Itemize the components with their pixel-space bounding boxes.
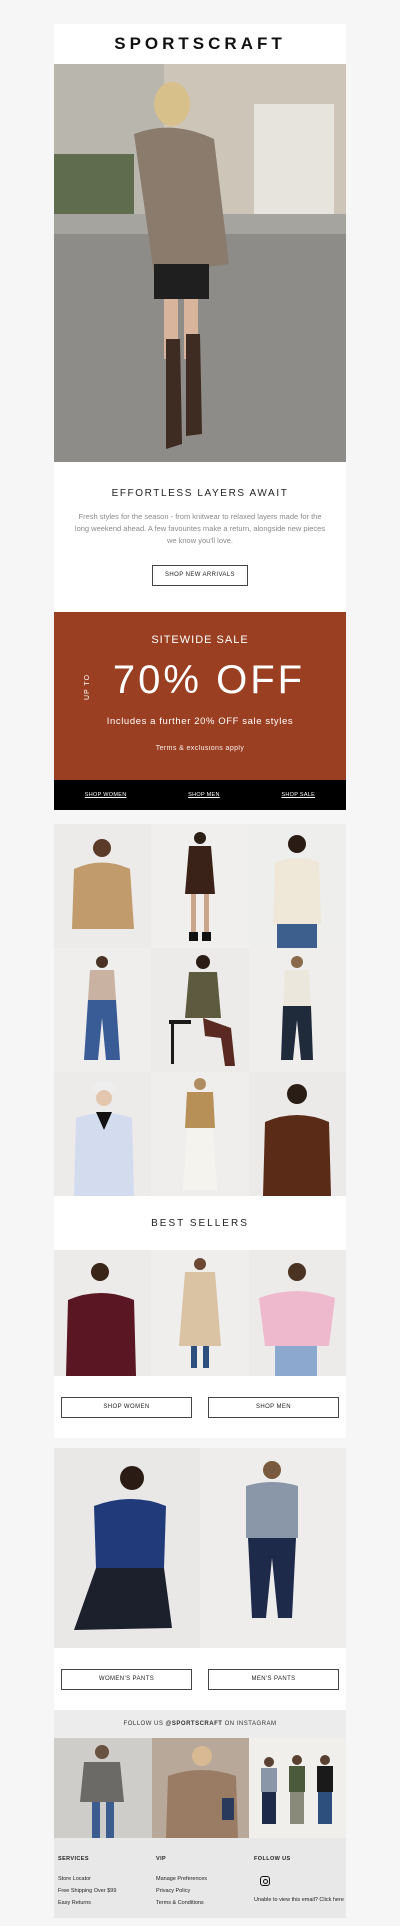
shop-links-bar: SHOP WOMEN SHOP MEN SHOP SALE xyxy=(54,780,346,810)
instagram-grid xyxy=(54,1738,346,1838)
sale-terms[interactable]: Terms & exclusions apply xyxy=(54,745,346,752)
store-locator-link[interactable]: Store Locator xyxy=(58,1876,156,1882)
header: SPORTSCRAFT xyxy=(54,24,346,64)
spacer xyxy=(54,602,346,612)
footer-vip: VIP Manage Preferences Privacy Policy Te… xyxy=(156,1856,254,1918)
intro-body: Fresh styles for the season - from knitw… xyxy=(74,512,326,545)
footer-follow: FOLLOW US Unable to view this email? Cli… xyxy=(254,1856,350,1918)
womens-pants-button[interactable]: WOMEN'S PANTS xyxy=(61,1668,192,1690)
manage-preferences-link[interactable]: Manage Preferences xyxy=(156,1876,254,1882)
shop-men-button[interactable]: SHOP MEN xyxy=(208,1396,339,1418)
sale-subline: Includes a further 20% OFF sale styles xyxy=(106,716,294,727)
womens-pants-image[interactable] xyxy=(54,1448,200,1648)
instagram-handle[interactable]: @SPORTSCRAFT xyxy=(166,1721,223,1727)
footer-vip-heading: VIP xyxy=(156,1856,167,1862)
instagram-image[interactable] xyxy=(249,1738,346,1838)
spacer xyxy=(54,810,346,824)
easy-returns-link[interactable]: Easy Returns xyxy=(58,1900,156,1906)
footer: SERVICES Store Locator Free Shipping Ove… xyxy=(54,1838,346,1918)
footer-services-heading: SERVICES xyxy=(58,1856,89,1862)
shop-women-link[interactable]: SHOP WOMEN xyxy=(85,792,127,798)
intro-title: EFFORTLESS LAYERS AWAIT xyxy=(111,488,289,499)
product-grid xyxy=(54,824,346,1196)
product-image[interactable] xyxy=(54,1250,151,1376)
shop-women-button[interactable]: SHOP WOMEN xyxy=(61,1396,192,1418)
product-image[interactable] xyxy=(151,948,249,1072)
privacy-policy-link[interactable]: Privacy Policy xyxy=(156,1888,254,1894)
hero-image[interactable] xyxy=(54,64,346,462)
email-body: SPORTSCRAFT EFFORTLESS LAYERS AWAIT Fres… xyxy=(54,24,346,1918)
view-in-browser-link[interactable]: Unable to view this email? Click here xyxy=(254,1896,350,1905)
follow-prefix: FOLLOW US xyxy=(123,1721,164,1727)
product-image[interactable] xyxy=(249,1250,346,1376)
best-sellers-buttons: SHOP WOMEN SHOP MEN xyxy=(54,1376,346,1438)
product-image[interactable] xyxy=(151,1072,249,1196)
product-image[interactable] xyxy=(151,824,249,948)
instagram-image[interactable] xyxy=(152,1738,249,1838)
free-shipping-link[interactable]: Free Shipping Over $99 xyxy=(58,1888,156,1894)
shop-sale-link[interactable]: SHOP SALE xyxy=(281,792,315,798)
mens-pants-image[interactable] xyxy=(200,1448,346,1648)
product-image[interactable] xyxy=(54,948,151,1072)
product-image[interactable] xyxy=(249,1072,346,1196)
product-image[interactable] xyxy=(54,824,151,948)
footer-services: SERVICES Store Locator Free Shipping Ove… xyxy=(58,1856,156,1918)
shop-men-link[interactable]: SHOP MEN xyxy=(188,792,220,798)
shop-new-arrivals-button[interactable]: SHOP NEW ARRIVALS xyxy=(152,565,248,586)
mens-pants-button[interactable]: MEN'S PANTS xyxy=(208,1668,339,1690)
intro-section: EFFORTLESS LAYERS AWAIT Fresh styles for… xyxy=(54,462,346,602)
sale-headline: 70% OFF xyxy=(112,658,306,702)
spacer xyxy=(54,1438,346,1448)
instagram-image[interactable] xyxy=(54,1738,152,1838)
product-image[interactable] xyxy=(249,948,346,1072)
terms-conditions-link[interactable]: Terms & Conditions xyxy=(156,1900,254,1906)
instagram-icon[interactable] xyxy=(260,1876,270,1886)
best-sellers-title: BEST SELLERS xyxy=(54,1196,346,1250)
best-sellers-grid xyxy=(54,1250,346,1376)
pants-grid xyxy=(54,1448,346,1648)
brand-logo[interactable]: SPORTSCRAFT xyxy=(114,34,286,54)
product-image[interactable] xyxy=(151,1250,249,1376)
sale-title: SITEWIDE SALE xyxy=(151,634,249,646)
product-image[interactable] xyxy=(54,1072,151,1196)
follow-suffix: ON INSTAGRAM xyxy=(224,1721,277,1727)
instagram-heading: FOLLOW US @SPORTSCRAFT ON INSTAGRAM xyxy=(54,1710,346,1738)
pants-buttons: WOMEN'S PANTS MEN'S PANTS xyxy=(54,1648,346,1710)
footer-follow-heading: FOLLOW US xyxy=(254,1856,291,1862)
sale-banner[interactable]: SITEWIDE SALE UP TO 70% OFF Includes a f… xyxy=(54,612,346,780)
product-image[interactable] xyxy=(249,824,346,948)
